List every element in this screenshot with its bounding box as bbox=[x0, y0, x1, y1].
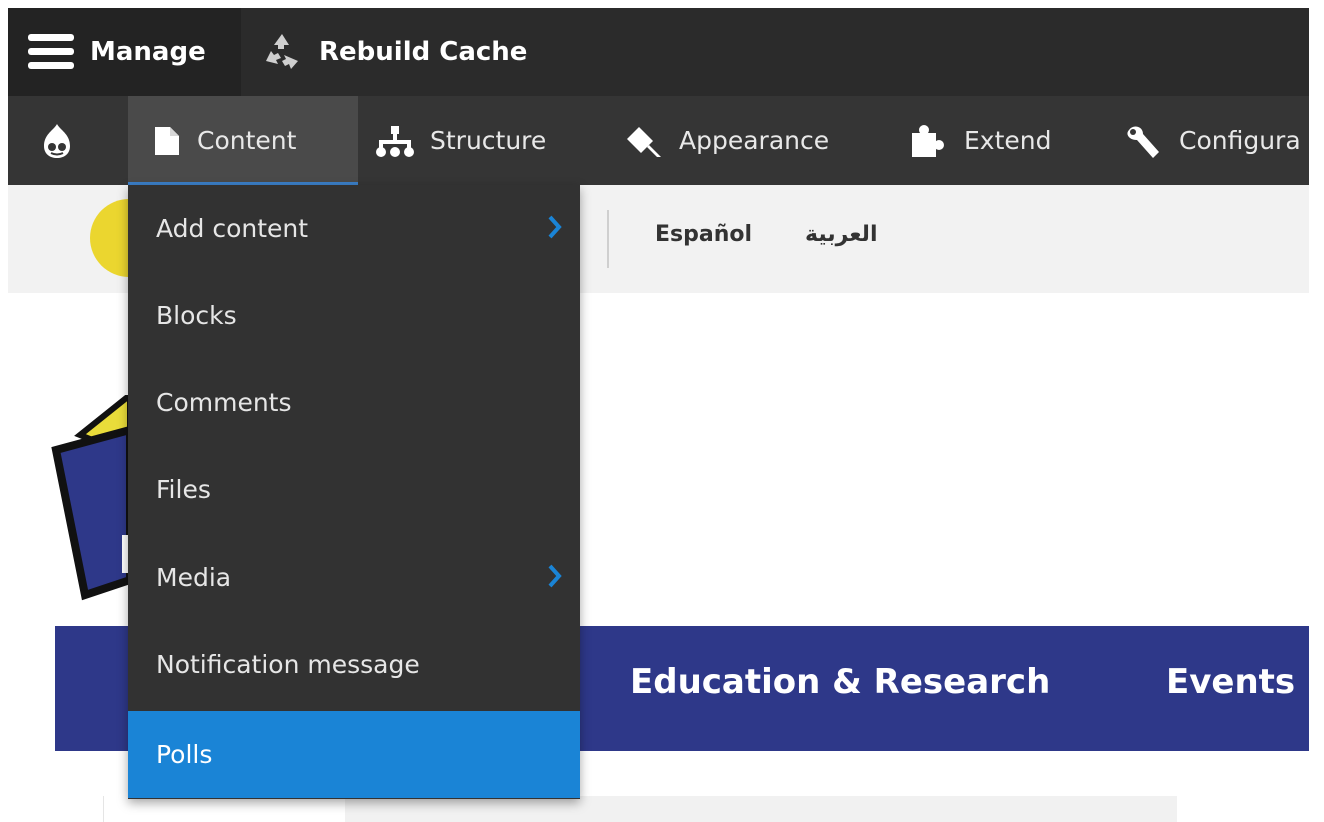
menu-item-polls[interactable]: Polls bbox=[128, 711, 580, 798]
menu-item-comments[interactable]: Comments bbox=[128, 359, 580, 446]
tab-configuration-label: Configura bbox=[1179, 126, 1301, 155]
tab-content[interactable]: Content bbox=[128, 96, 358, 185]
admin-tray: Content Structure Appearance Extend Conf bbox=[8, 96, 1309, 185]
menu-item-label: Files bbox=[156, 475, 211, 504]
tab-content-label: Content bbox=[197, 126, 297, 155]
wrench-icon bbox=[1123, 122, 1163, 160]
tab-appearance-label: Appearance bbox=[679, 126, 830, 155]
rebuild-label: Rebuild Cache bbox=[319, 37, 528, 67]
tab-appearance[interactable]: Appearance bbox=[623, 96, 829, 185]
drupal-icon bbox=[44, 123, 70, 158]
chevron-right-icon[interactable] bbox=[548, 564, 562, 588]
tab-extend-label: Extend bbox=[964, 126, 1052, 155]
menu-item-notification-message[interactable]: Notification message bbox=[128, 621, 580, 708]
menu-item-blocks[interactable]: Blocks bbox=[128, 272, 580, 359]
site-logo[interactable] bbox=[50, 395, 140, 605]
divider bbox=[607, 210, 609, 268]
tab-structure[interactable]: Structure bbox=[376, 96, 546, 185]
recycle-icon bbox=[266, 34, 298, 69]
content-area bbox=[103, 796, 345, 822]
hamburger-icon bbox=[28, 32, 74, 72]
page-icon bbox=[153, 125, 181, 157]
menu-item-files[interactable]: Files bbox=[128, 446, 580, 533]
lang-spanish-link[interactable]: Español bbox=[655, 222, 752, 247]
menu-item-label: Polls bbox=[156, 740, 213, 769]
menu-item-label: Media bbox=[156, 563, 232, 592]
paint-icon bbox=[623, 123, 663, 159]
menu-item-label: Blocks bbox=[156, 301, 237, 330]
sitemap-icon bbox=[376, 124, 414, 158]
menu-item-label: Notification message bbox=[156, 650, 420, 679]
nav-education-research[interactable]: Education & Research bbox=[630, 662, 1050, 702]
drupal-home-link[interactable] bbox=[40, 96, 74, 185]
menu-item-add-content[interactable]: Add content bbox=[128, 185, 580, 272]
nav-events[interactable]: Events bbox=[1166, 662, 1295, 702]
manage-toggle[interactable]: Manage bbox=[28, 8, 206, 96]
lang-arabic-link[interactable]: العربية bbox=[805, 222, 878, 247]
tab-configuration[interactable]: Configura bbox=[1123, 96, 1301, 185]
menu-item-label: Comments bbox=[156, 388, 292, 417]
content-area-secondary bbox=[345, 796, 1177, 822]
puzzle-icon bbox=[908, 123, 948, 159]
page: Manage Rebuild Cache Content Structure A… bbox=[0, 0, 1324, 822]
manage-label: Manage bbox=[90, 37, 206, 67]
tab-extend[interactable]: Extend bbox=[908, 96, 1052, 185]
chevron-right-icon[interactable] bbox=[548, 215, 562, 239]
menu-item-label: Add content bbox=[156, 214, 309, 243]
admin-toolbar: Manage Rebuild Cache bbox=[8, 8, 1309, 96]
menu-item-media[interactable]: Media bbox=[128, 534, 580, 621]
rebuild-cache-button[interactable]: Rebuild Cache bbox=[241, 8, 1309, 96]
tab-structure-label: Structure bbox=[430, 126, 547, 155]
content-dropdown-menu: Add content Blocks Comments Files Media … bbox=[128, 185, 580, 799]
